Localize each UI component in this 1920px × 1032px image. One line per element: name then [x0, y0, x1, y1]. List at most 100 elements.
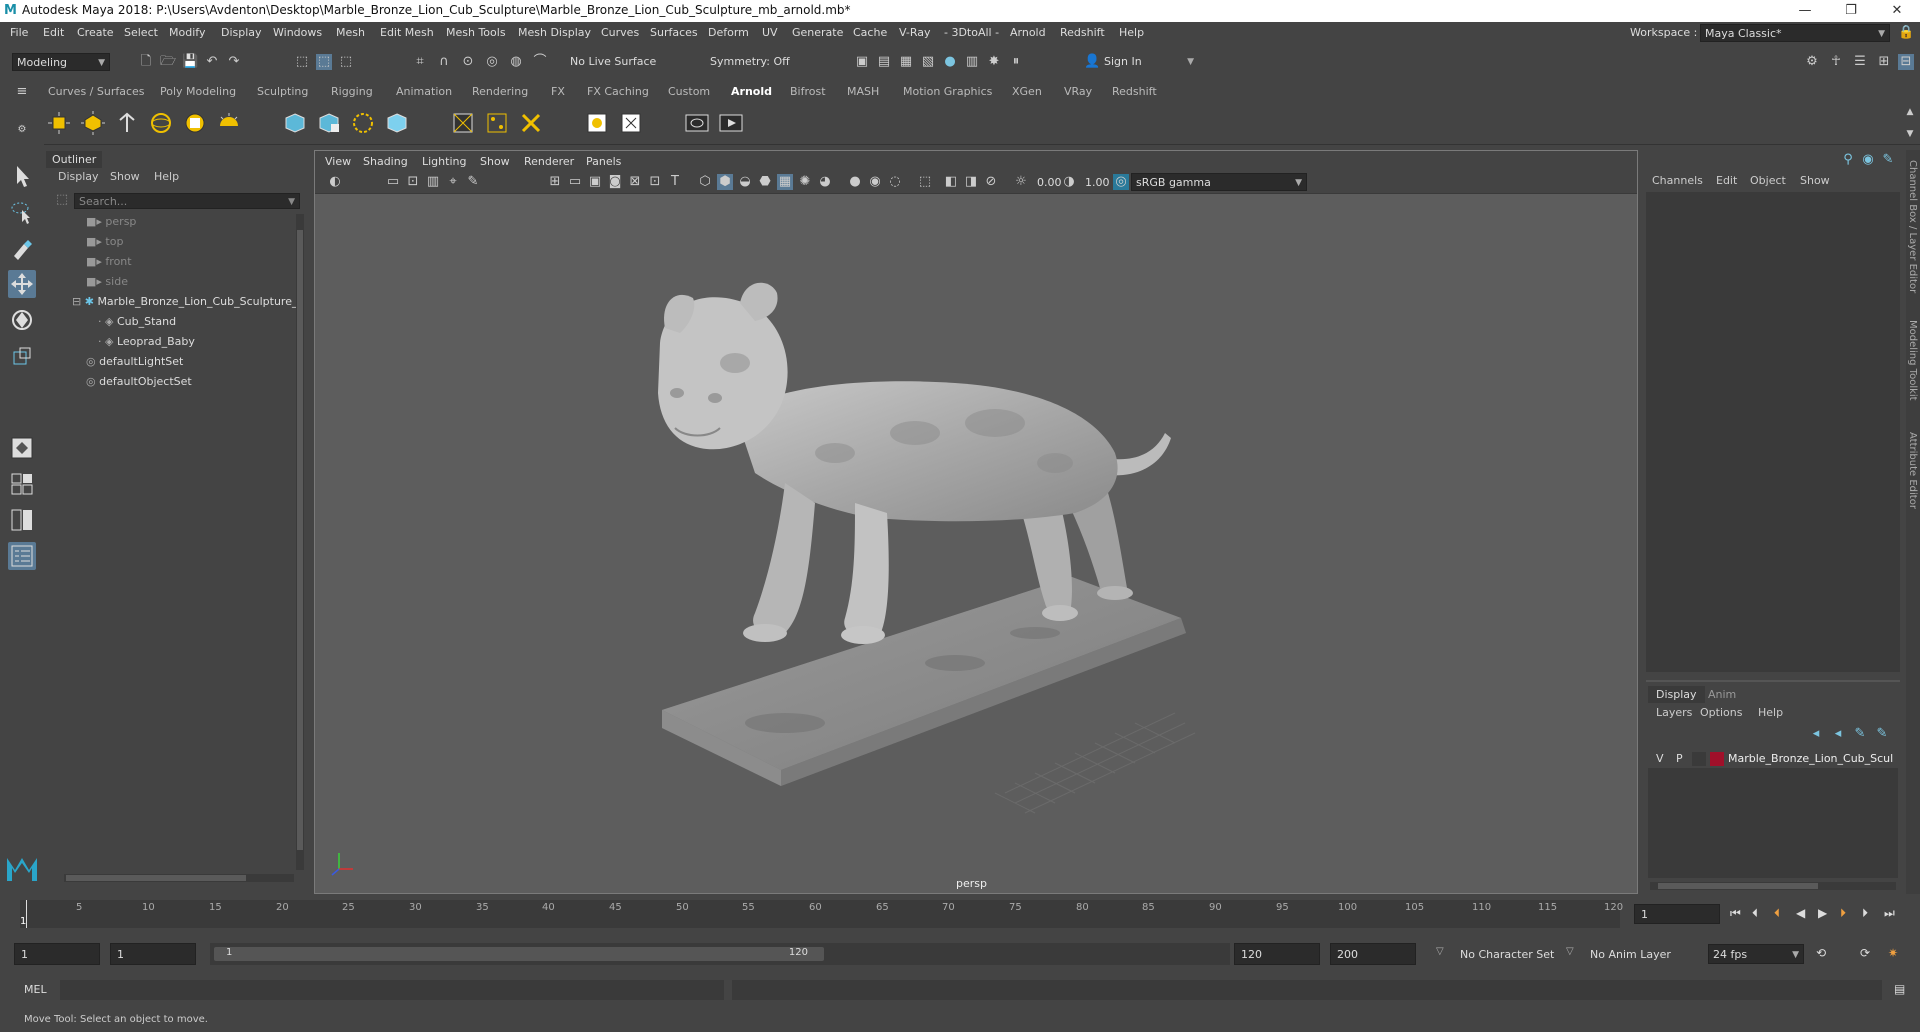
render-settings-icon[interactable]: ▧	[920, 54, 936, 70]
collapse-icon[interactable]: ⊟	[72, 295, 81, 308]
snap-curve-icon[interactable]: ∩	[436, 54, 452, 70]
scroll-thumb[interactable]	[1658, 883, 1818, 889]
sign-in-button[interactable]: Sign In ▼	[1100, 53, 1198, 71]
texture-manager-icon[interactable]	[518, 110, 544, 136]
layer-visibility-toggle[interactable]: V	[1656, 752, 1664, 765]
go-to-start-icon[interactable]: ⏮	[1730, 906, 1741, 921]
shelf-tab-custom[interactable]: Custom	[668, 84, 710, 99]
step-forward-key-icon[interactable]: ⏵	[1840, 906, 1846, 921]
skydome-light-icon[interactable]	[148, 110, 174, 136]
arnold-render-icon[interactable]: ✸	[986, 54, 1002, 70]
snap-view-icon[interactable]: ◎	[484, 54, 500, 70]
preview-icon[interactable]	[684, 110, 710, 136]
render-view-arnold-icon[interactable]	[450, 110, 476, 136]
isolate-select-icon[interactable]: ⬚	[917, 174, 933, 190]
start-time-field[interactable]: 1	[14, 943, 100, 965]
outliner-item-front[interactable]: ■▸ front	[86, 253, 132, 271]
vp-menu-panels[interactable]: Panels	[586, 155, 621, 168]
grid-icon[interactable]: ⊞	[547, 174, 563, 190]
layer-menu-options[interactable]: Options	[1700, 706, 1742, 719]
volume-icon[interactable]	[350, 110, 376, 136]
symmetry-field[interactable]: Symmetry: Off	[706, 53, 802, 71]
panel-splitter[interactable]	[1646, 680, 1900, 682]
layer-tab-display[interactable]: Display	[1648, 686, 1705, 703]
anti-aliasing-icon[interactable]: ◌	[887, 174, 903, 190]
shelf-menu-icon[interactable]: ≡	[14, 84, 30, 100]
film-gate-icon[interactable]: ▭	[567, 174, 583, 190]
ambient-occlusion-icon[interactable]: ●	[847, 174, 863, 190]
menu-redshift[interactable]: Redshift	[1060, 26, 1105, 39]
physical-sky-icon[interactable]	[216, 110, 242, 136]
shelf-tab-curves-surfaces[interactable]: Curves / Surfaces	[48, 84, 145, 99]
outliner-item-side[interactable]: ■▸ side	[86, 273, 128, 291]
time-ruler[interactable]: 1 5 10 15 20 25 30 35 40 45 50 55 60 65 …	[20, 900, 1623, 928]
end-time-field[interactable]: 200	[1330, 943, 1416, 965]
shelf-tab-vray[interactable]: VRay	[1064, 84, 1092, 99]
shelf-tab-arnold[interactable]: Arnold	[731, 84, 772, 99]
outliner-horizontal-scrollbar[interactable]	[64, 874, 294, 882]
exposure-value[interactable]: 0.00	[1037, 176, 1062, 189]
mode-dropdown[interactable]: Modeling ▼	[12, 53, 110, 71]
cb-menu-show[interactable]: Show	[1800, 174, 1830, 187]
paint-select-tool-icon[interactable]	[8, 234, 36, 262]
new-layer-selected-icon[interactable]: ✎	[1874, 726, 1890, 742]
shelf-tab-fx-caching[interactable]: FX Caching	[587, 84, 649, 99]
shelf-tab-xgen[interactable]: XGen	[1012, 84, 1042, 99]
select-object-icon[interactable]: ⬚	[316, 54, 332, 70]
range-slider[interactable]: 1 120	[210, 943, 1230, 965]
auto-key-icon[interactable]: ⟳	[1860, 946, 1870, 960]
operator-icon[interactable]	[618, 110, 644, 136]
rotate-tool-icon[interactable]	[8, 306, 36, 334]
shelf-tab-redshift[interactable]: Redshift	[1112, 84, 1157, 99]
open-scene-icon[interactable]: 🗁	[160, 54, 176, 70]
workspace-dropdown[interactable]: Maya Classic* ▼	[1700, 24, 1890, 42]
menu-surfaces[interactable]: Surfaces	[650, 26, 698, 39]
flush-cache-icon[interactable]	[484, 110, 510, 136]
single-perspective-layout-icon[interactable]	[8, 434, 36, 462]
select-hierarchy-icon[interactable]: ⬚	[294, 54, 310, 70]
playback-end-field[interactable]: 120	[1234, 943, 1320, 965]
move-tool-icon[interactable]	[8, 270, 36, 298]
attribute-editor-icon[interactable]: ☰	[1852, 54, 1868, 70]
attribute-toggle-icon[interactable]: ◉	[1860, 152, 1876, 168]
viewport-panel[interactable]: View Shading Lighting Show Renderer Pane…	[314, 150, 1638, 894]
layer-display-type[interactable]	[1692, 752, 1706, 766]
hypershade-icon[interactable]: ●	[942, 54, 958, 70]
cb-menu-object[interactable]: Object	[1750, 174, 1786, 187]
outliner-vertical-scrollbar[interactable]	[296, 214, 304, 870]
vp-menu-renderer[interactable]: Renderer	[524, 155, 574, 168]
lasso-tool-icon[interactable]	[8, 198, 36, 226]
anim-layer-label[interactable]: No Anim Layer	[1590, 948, 1671, 961]
menu-uv[interactable]: UV	[762, 26, 778, 39]
save-scene-icon[interactable]: 💾	[182, 54, 198, 70]
shelf-tab-motion-graphics[interactable]: Motion Graphics	[903, 84, 992, 99]
shelf-tab-poly-modeling[interactable]: Poly Modeling	[160, 84, 236, 99]
menu-file[interactable]: File	[10, 26, 28, 39]
chevron-down-icon[interactable]: ▼	[288, 194, 295, 210]
menu-edit-mesh[interactable]: Edit Mesh	[380, 26, 434, 39]
play-backwards-icon[interactable]: ◀	[1796, 906, 1805, 920]
mel-label[interactable]: MEL	[24, 983, 47, 996]
safe-action-icon[interactable]: ⊡	[647, 174, 663, 190]
wireframe-icon[interactable]: ⬡	[697, 174, 713, 190]
ipr-render-icon[interactable]: ▦	[898, 54, 914, 70]
image-plane-icon[interactable]: ▥	[425, 174, 441, 190]
vp-menu-show[interactable]: Show	[480, 155, 510, 168]
outliner-item-leoprad-baby[interactable]: · ◈ Leoprad_Baby	[98, 333, 195, 351]
layer-menu-layers[interactable]: Layers	[1656, 706, 1692, 719]
go-to-end-icon[interactable]: ⏭	[1884, 906, 1895, 921]
playback-start-field[interactable]: 1	[110, 943, 196, 965]
view-transform-icon[interactable]: ◎	[1113, 174, 1129, 190]
shelf-settings-icon[interactable]: ⚙	[14, 122, 30, 138]
layer-row[interactable]: V P Marble_Bronze_Lion_Cub_Scul	[1648, 750, 1898, 768]
chevron-down-icon[interactable]: ▽	[1436, 946, 1444, 957]
outliner-layout-icon[interactable]	[8, 542, 36, 570]
xray-joints-icon[interactable]: ◨	[963, 174, 979, 190]
two-view-layout-icon[interactable]	[8, 506, 36, 534]
channel-box-icon[interactable]: ⊟	[1898, 54, 1914, 70]
undo-icon[interactable]: ↶	[204, 54, 220, 70]
range-slider-handle[interactable]: 1 120	[214, 947, 824, 961]
scroll-thumb[interactable]	[66, 875, 246, 881]
menu-windows[interactable]: Windows	[273, 26, 322, 39]
shelf-tab-rigging[interactable]: Rigging	[331, 84, 373, 99]
